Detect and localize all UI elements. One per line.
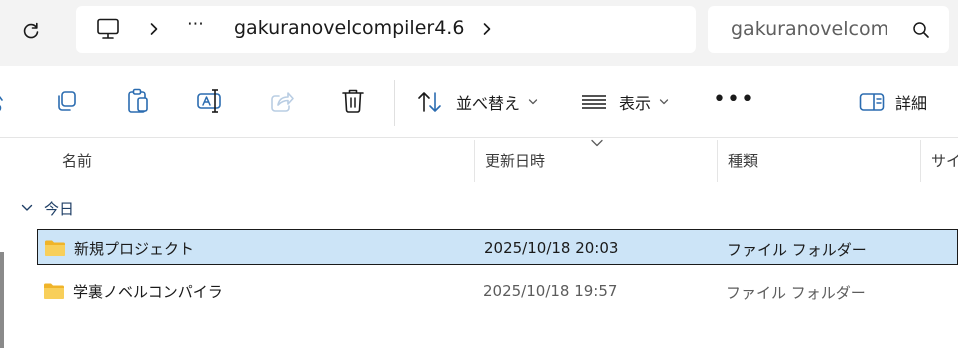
file-modified: 2025/10/18 20:03 [484, 239, 619, 257]
sort-label: 並べ替え [456, 94, 521, 113]
details-pane-icon [859, 93, 885, 111]
folder-icon [45, 240, 65, 256]
refresh-button[interactable] [14, 14, 48, 48]
group-title: 今日 [44, 199, 75, 218]
folder-icon [44, 283, 64, 299]
rename-button[interactable] [195, 86, 225, 116]
column-header-size[interactable]: サイ [921, 138, 958, 182]
breadcrumb-overflow-button[interactable]: ⋯ [187, 14, 205, 34]
view-label: 表示 [619, 94, 652, 113]
navigation-pane-edge [0, 252, 4, 348]
trash-icon [342, 89, 364, 113]
address-box[interactable]: ⋯ gakuranovelcompiler4.6 [76, 6, 696, 53]
file-row[interactable]: 学裏ノベルコンパイラ 2025/10/18 19:57 ファイル フォルダー [37, 273, 958, 309]
sort-icon [418, 92, 441, 112]
search-box[interactable]: gakuranovelcom [708, 6, 949, 53]
command-bar: 並べ替え 表示 ••• 詳細 [0, 66, 958, 138]
breadcrumb-chevron-right-icon[interactable] [147, 19, 161, 39]
refresh-icon [23, 22, 39, 39]
file-modified: 2025/10/18 19:57 [483, 282, 618, 300]
cut-icon[interactable] [0, 86, 8, 116]
paste-button[interactable] [123, 86, 153, 116]
breadcrumb-end-chevron-right-icon[interactable] [480, 19, 494, 39]
share-button[interactable] [267, 86, 297, 116]
sort-indicator-chevron-down-icon [591, 139, 603, 147]
file-type: ファイル フォルダー [726, 284, 866, 302]
sort-chevron-down-icon [528, 99, 538, 105]
rename-icon [197, 89, 221, 113]
view-list-icon [582, 95, 606, 109]
column-header-type[interactable]: 種類 [718, 138, 920, 182]
share-icon [271, 92, 294, 112]
column-header-name[interactable]: 名前 [52, 138, 474, 182]
address-bar-region: ⋯ gakuranovelcompiler4.6 gakuranovelcom [0, 0, 958, 66]
toolbar-divider [394, 80, 395, 126]
more-options-button[interactable]: ••• [713, 89, 755, 111]
file-row-selected[interactable]: 新規プロジェクト 2025/10/18 20:03 ファイル フォルダー [37, 229, 958, 265]
details-pane-button[interactable]: 詳細 [859, 88, 927, 116]
paste-icon [128, 88, 148, 113]
file-name[interactable]: 新規プロジェクト [74, 238, 194, 259]
view-button[interactable]: 表示 [581, 88, 669, 116]
search-icon[interactable] [912, 21, 930, 39]
sort-button[interactable]: 並べ替え [416, 88, 538, 116]
view-chevron-down-icon [659, 99, 669, 105]
search-input[interactable]: gakuranovelcom [731, 18, 887, 40]
column-header-row: 名前 更新日時 種類 サイ [0, 138, 958, 182]
group-chevron-down-icon[interactable] [20, 201, 34, 215]
monitor-icon[interactable] [96, 18, 120, 40]
group-header-today[interactable]: 今日 [20, 196, 74, 220]
file-name[interactable]: 学裏ノベルコンパイラ [73, 281, 223, 302]
copy-button[interactable] [51, 86, 81, 116]
file-type: ファイル フォルダー [727, 241, 867, 259]
copy-icon [58, 91, 76, 111]
details-label: 詳細 [895, 94, 928, 113]
breadcrumb-current-folder[interactable]: gakuranovelcompiler4.6 [234, 17, 464, 39]
delete-button[interactable] [338, 86, 368, 116]
